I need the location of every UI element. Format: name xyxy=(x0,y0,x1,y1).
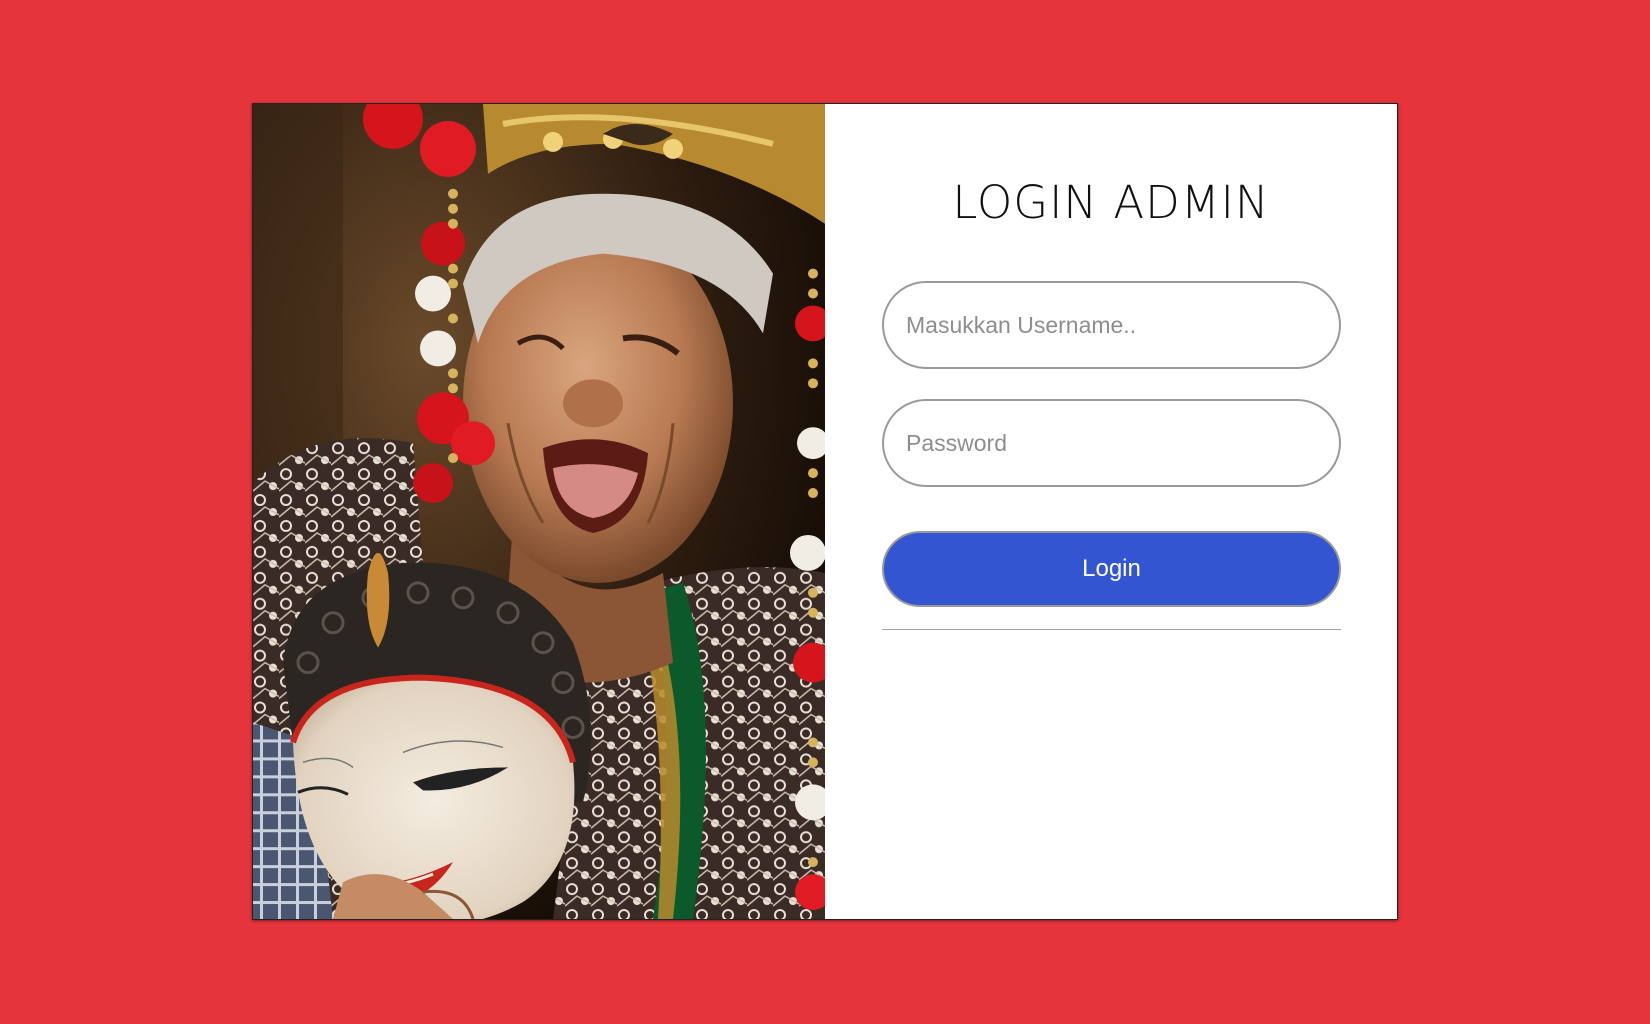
username-input[interactable] xyxy=(882,281,1341,369)
login-card: LOGIN ADMIN Login xyxy=(252,103,1398,920)
login-button[interactable]: Login xyxy=(882,531,1341,607)
password-input[interactable] xyxy=(882,399,1341,487)
login-form-panel: LOGIN ADMIN Login xyxy=(825,104,1397,919)
page-title: LOGIN ADMIN xyxy=(952,176,1270,229)
divider xyxy=(882,629,1341,630)
photo-traditional-dancer-with-mask-icon xyxy=(253,104,825,919)
hero-photo xyxy=(253,104,825,919)
